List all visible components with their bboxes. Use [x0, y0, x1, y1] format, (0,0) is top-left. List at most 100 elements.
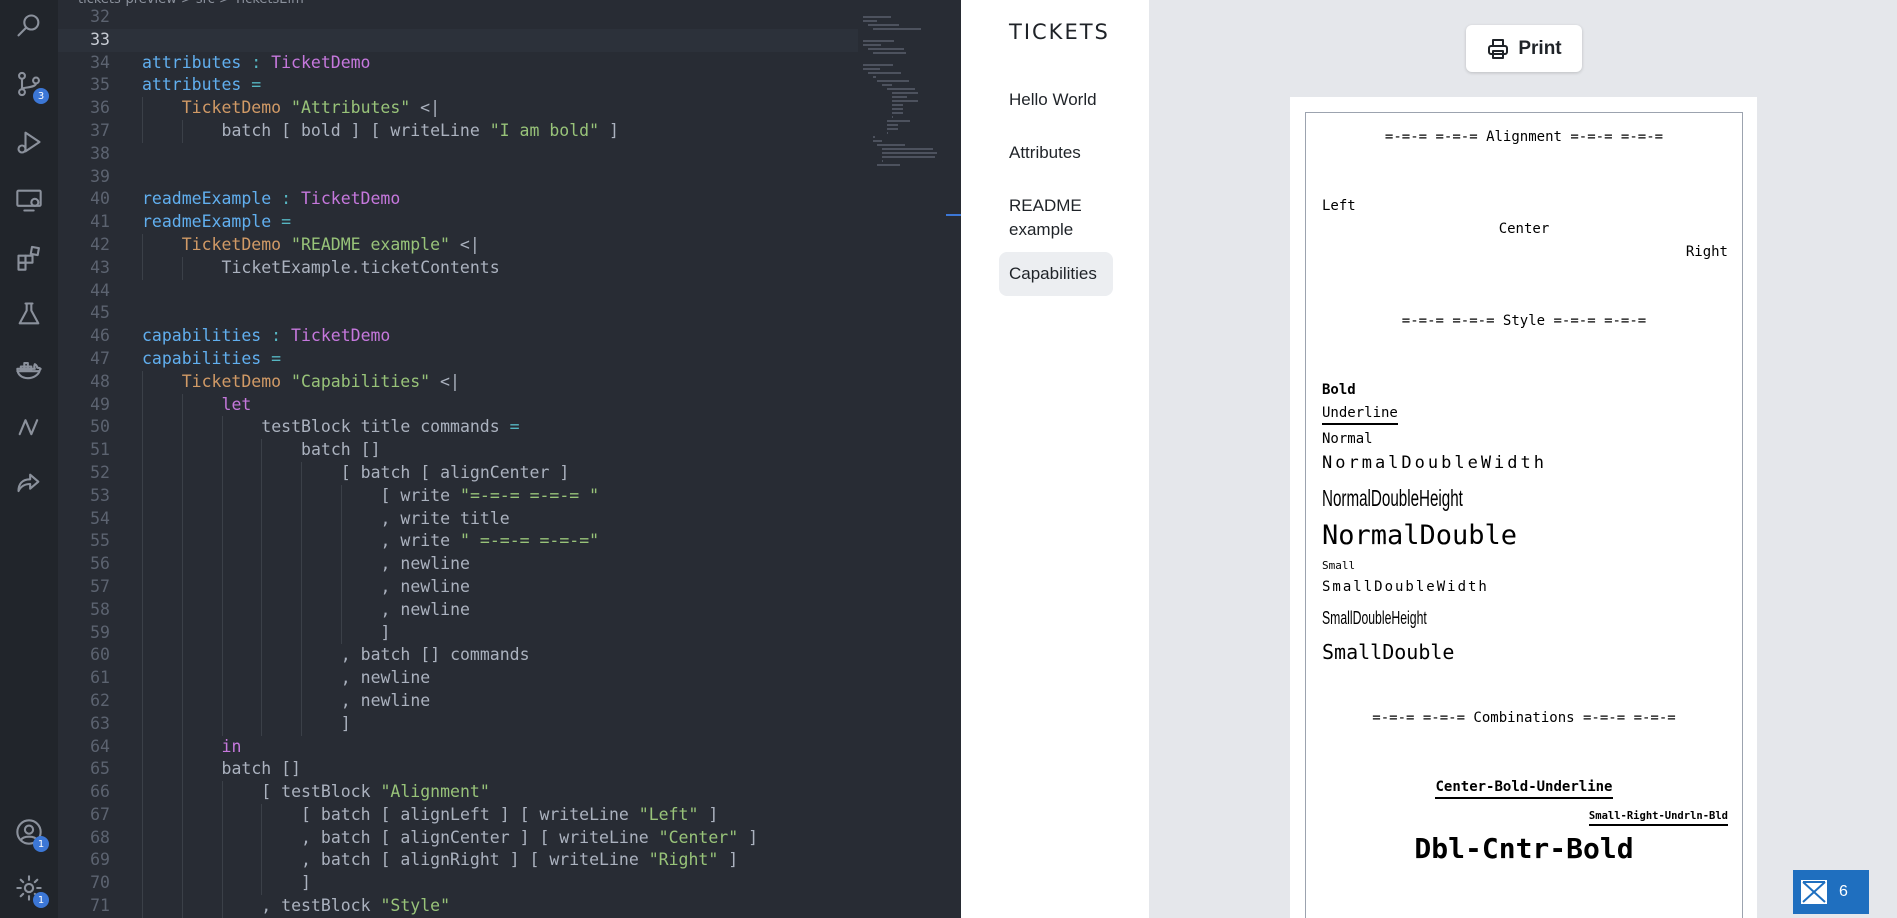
code-token: "Style" [380, 896, 451, 916]
code-token: TicketDemo [300, 189, 401, 209]
minimap-line [891, 112, 903, 114]
indent-guide [301, 598, 303, 622]
code-line[interactable]: 35 attributes = [58, 74, 858, 97]
code-line[interactable]: 61 , newline [58, 667, 858, 690]
minimap[interactable] [863, 8, 943, 208]
indent-guide [142, 621, 143, 645]
code-token: capabilities [142, 326, 262, 346]
remote-explorer-icon[interactable] [13, 184, 45, 216]
code-line[interactable]: 54 , write title [58, 507, 858, 531]
nav-item-readme-example[interactable]: README example [999, 184, 1113, 252]
run-debug-icon[interactable] [13, 126, 45, 158]
source-control-icon[interactable]: 3 [13, 68, 49, 104]
code-line[interactable]: 50 testBlock title commands = [58, 416, 858, 440]
code-line[interactable]: 52 [ batch [ alignCenter ] [58, 461, 858, 485]
code-line[interactable]: 40 readmeExample : TicketDemo [58, 188, 858, 211]
settings-gear-icon[interactable]: 1 [13, 872, 49, 908]
code-line[interactable]: 62 , newline [58, 689, 858, 713]
code-token: batch [ bold ] [ writeLine [221, 120, 490, 140]
code-line[interactable]: 51 batch [] [58, 439, 858, 462]
code-line[interactable]: 38 [58, 143, 858, 166]
docker-icon[interactable] [13, 354, 45, 386]
code-line[interactable]: 64 in [58, 735, 858, 759]
indent-guide [221, 621, 223, 645]
code-line[interactable]: 48 TicketDemo "Capabilities" <| [58, 370, 858, 394]
code-line[interactable]: 43 TicketExample.ticketContents [58, 256, 858, 280]
nav-item-attributes[interactable]: Attributes [999, 131, 1113, 175]
accounts-icon[interactable]: 1 [13, 816, 49, 852]
code-line[interactable]: 58 , newline [58, 598, 858, 622]
minimap-line [863, 64, 893, 66]
nav-item-capabilities[interactable]: Capabilities [999, 252, 1113, 296]
code-text: readmeExample : TicketDemo [142, 188, 400, 211]
code-line[interactable]: 45 [58, 302, 858, 325]
line-number: 49 [90, 394, 110, 414]
code-text: , newline [381, 576, 470, 599]
code-line[interactable]: 37 batch [ bold ] [ writeLine "I am bold"… [58, 119, 858, 143]
extensions-icon[interactable] [13, 242, 45, 274]
code-line[interactable]: 66 [ testBlock "Alignment" [58, 781, 858, 804]
minimap-line [872, 52, 907, 54]
code-text: , write title [381, 508, 510, 531]
code-line[interactable]: 44 [58, 280, 858, 303]
feedback-widget[interactable]: 6 [1793, 870, 1869, 914]
indent-guide [181, 256, 183, 280]
code-line[interactable]: 46 capabilities : TicketDemo [58, 325, 858, 348]
line-number: 68 [90, 827, 110, 847]
minimap-line [882, 84, 892, 86]
code-line[interactable]: 69 , batch [ alignRight ] [ writeLine "Ri… [58, 849, 858, 873]
print-button[interactable]: Print [1466, 25, 1582, 72]
code-token: , batch [ alignCenter ] [ writeLine [301, 827, 659, 847]
code-text: batch [] [222, 758, 301, 781]
live-share-icon[interactable] [13, 468, 45, 500]
indent-guide [142, 689, 143, 713]
indent-guide [261, 803, 263, 827]
minimap-line [877, 164, 901, 166]
code-line[interactable]: 42 TicketDemo "README example" <| [58, 233, 858, 257]
code-editor[interactable]: tickets-preview > src > TicketsElm 32333… [58, 0, 961, 918]
minimap-line [891, 96, 908, 98]
code-line[interactable]: 47 capabilities = [58, 348, 858, 371]
code-token: "Attributes" [291, 98, 411, 118]
code-line[interactable]: 63] [58, 712, 858, 736]
code-line[interactable]: 34 attributes : TicketDemo [58, 52, 858, 75]
indent-guide [221, 530, 223, 554]
code-lines[interactable]: 32 33 34 attributes : TicketDemo 35 attribute… [58, 6, 858, 918]
line-number: 62 [90, 690, 110, 710]
code-line[interactable]: 60 , batch [] commands [58, 644, 858, 668]
code-line[interactable]: 32 [58, 6, 858, 29]
search-icon[interactable] [13, 10, 45, 42]
code-line[interactable]: 57 , newline [58, 575, 858, 599]
code-text: , newline [381, 599, 470, 622]
code-line[interactable]: 53 [ write "=-=-= =-=-= " [58, 484, 858, 508]
code-line[interactable]: 55 , write " =-=-= =-=-=" [58, 530, 858, 554]
code-line[interactable]: 56 , newline [58, 553, 858, 576]
code-line[interactable]: 41 readmeExample = [58, 211, 858, 234]
indent-guide [261, 484, 263, 508]
indent-guide [181, 461, 183, 485]
code-text: attributes = [142, 74, 261, 97]
testing-flask-icon[interactable] [13, 298, 45, 330]
nav-item-hello-world[interactable]: Hello World [999, 78, 1113, 122]
code-line[interactable]: 36 TicketDemo "Attributes" <| [58, 97, 858, 120]
minimap-line [872, 76, 877, 78]
code-line[interactable]: 67 [ batch [ alignLeft ] [ writeLine "Lef… [58, 803, 858, 827]
code-line[interactable]: 70] [58, 872, 858, 896]
line-number: 38 [90, 143, 110, 163]
code-line[interactable]: 68 , batch [ alignCenter ] [ writeLine "C… [58, 826, 858, 850]
code-line[interactable]: 39 [58, 166, 858, 189]
indent-guide [142, 895, 143, 918]
line-number: 47 [90, 348, 110, 368]
ticket-preview-pane: Print =-=-= =-=-= Alignment =-=-= =-=-= … [1149, 0, 1897, 918]
code-line[interactable]: 65 batch [] [58, 758, 858, 782]
code-token: : [271, 189, 301, 209]
code-line[interactable]: 33 [58, 28, 858, 52]
tickets-nav: TICKETS Hello World Attributes README ex… [961, 0, 1149, 918]
elm-icon[interactable] [13, 410, 45, 442]
minimap-line [863, 16, 891, 18]
code-line[interactable]: 59] [58, 621, 858, 645]
code-line[interactable]: 71 , testBlock "Style" [58, 895, 858, 918]
feedback-logo-icon [1801, 880, 1827, 904]
code-line[interactable]: 49 let [58, 393, 858, 417]
